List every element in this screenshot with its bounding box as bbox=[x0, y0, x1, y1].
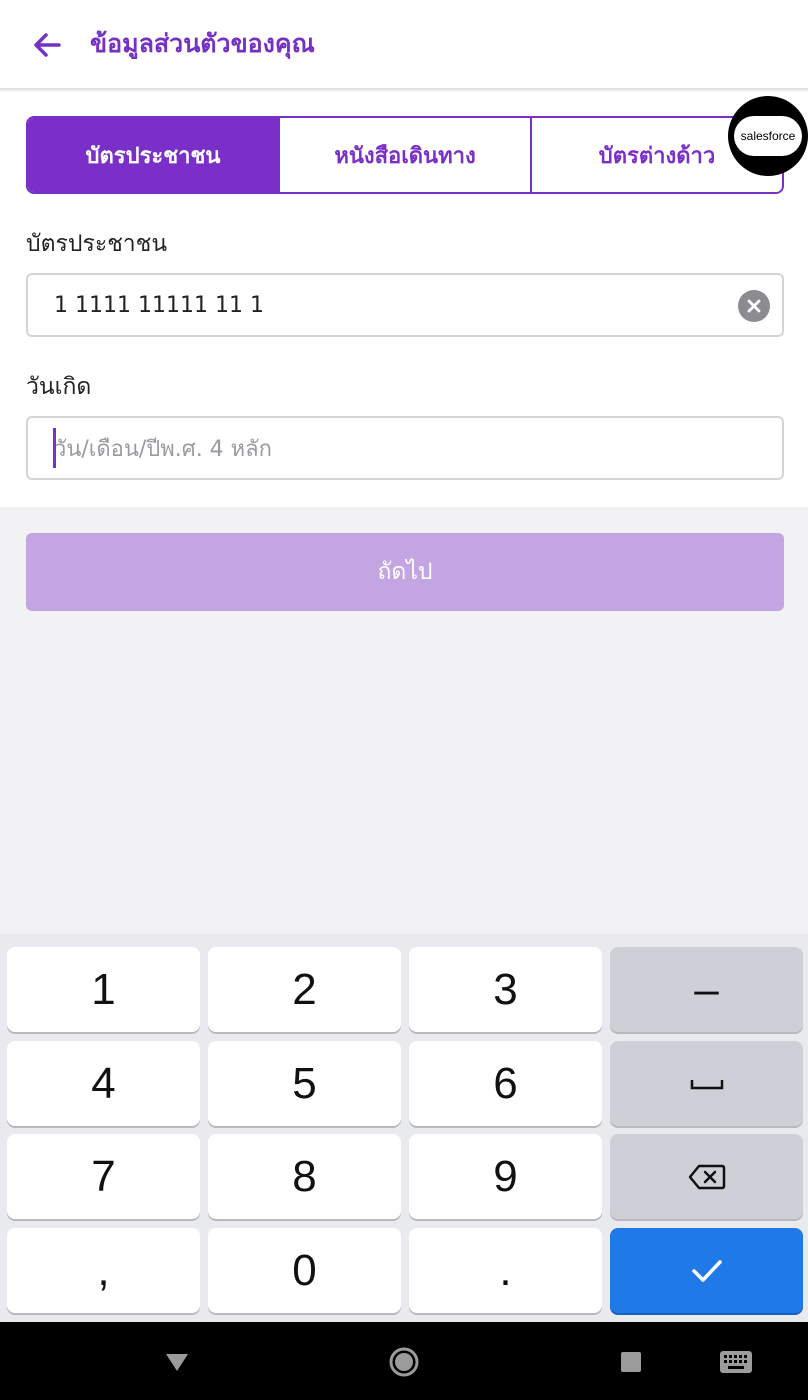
key-8[interactable]: 8 bbox=[208, 1134, 401, 1219]
close-icon bbox=[747, 299, 761, 313]
nav-back-button[interactable] bbox=[157, 1342, 197, 1382]
numeric-keyboard: 1 2 3 – 4 5 6 7 8 9 , 0 . bbox=[0, 934, 808, 1322]
back-button[interactable] bbox=[28, 26, 66, 64]
key-6[interactable]: 6 bbox=[409, 1041, 602, 1126]
id-card-label: บัตรประชาชน bbox=[26, 231, 168, 257]
system-navigation-bar bbox=[0, 1322, 808, 1400]
checkmark-icon bbox=[691, 1259, 722, 1282]
home-circle-icon bbox=[389, 1347, 419, 1377]
nav-keyboard-button[interactable] bbox=[716, 1342, 756, 1382]
document-type-tabs: บัตรประชาชน หนังสือเดินทาง บัตรต่างด้าว bbox=[26, 116, 784, 194]
key-period[interactable]: . bbox=[409, 1228, 602, 1313]
key-minus[interactable]: – bbox=[610, 947, 803, 1032]
key-4[interactable]: 4 bbox=[7, 1041, 200, 1126]
keyboard-icon bbox=[720, 1351, 752, 1373]
birthdate-input[interactable]: วัน/เดือน/ปีพ.ศ. 4 หลัก bbox=[26, 416, 784, 480]
tab-passport[interactable]: หนังสือเดินทาง bbox=[280, 118, 532, 192]
back-triangle-icon bbox=[166, 1354, 188, 1371]
key-1[interactable]: 1 bbox=[7, 947, 200, 1032]
key-5[interactable]: 5 bbox=[208, 1041, 401, 1126]
key-2[interactable]: 2 bbox=[208, 947, 401, 1032]
page-title: ข้อมูลส่วนตัวของคุณ bbox=[90, 29, 315, 58]
tab-id-card[interactable]: บัตรประชาชน bbox=[28, 118, 280, 192]
nav-home-button[interactable] bbox=[384, 1342, 424, 1382]
key-space[interactable] bbox=[610, 1041, 803, 1126]
salesforce-logo: salesforce bbox=[734, 116, 802, 156]
key-backspace[interactable] bbox=[610, 1134, 803, 1219]
space-icon bbox=[690, 1079, 723, 1089]
key-7[interactable]: 7 bbox=[7, 1134, 200, 1219]
id-card-input[interactable]: 1 1111 11111 11 1 bbox=[26, 273, 784, 337]
key-comma[interactable]: , bbox=[7, 1228, 200, 1313]
key-3[interactable]: 3 bbox=[409, 947, 602, 1032]
next-button[interactable]: ถัดไป bbox=[26, 533, 784, 611]
arrow-left-icon bbox=[34, 33, 61, 57]
recents-square-icon bbox=[621, 1352, 641, 1372]
key-9[interactable]: 9 bbox=[409, 1134, 602, 1219]
text-caret bbox=[53, 428, 56, 468]
birthdate-label: วันเกิด bbox=[26, 374, 92, 400]
key-0[interactable]: 0 bbox=[208, 1228, 401, 1313]
nav-recents-button[interactable] bbox=[611, 1342, 651, 1382]
backspace-icon bbox=[688, 1164, 725, 1189]
key-done[interactable] bbox=[610, 1228, 803, 1313]
clear-input-button[interactable] bbox=[738, 290, 770, 322]
app-header: ข้อมูลส่วนตัวของคุณ bbox=[0, 0, 808, 90]
id-card-value: 1 1111 11111 11 1 bbox=[54, 292, 264, 318]
birthdate-placeholder: วัน/เดือน/ปีพ.ศ. 4 หลัก bbox=[54, 436, 272, 462]
salesforce-badge[interactable]: salesforce bbox=[728, 96, 808, 176]
